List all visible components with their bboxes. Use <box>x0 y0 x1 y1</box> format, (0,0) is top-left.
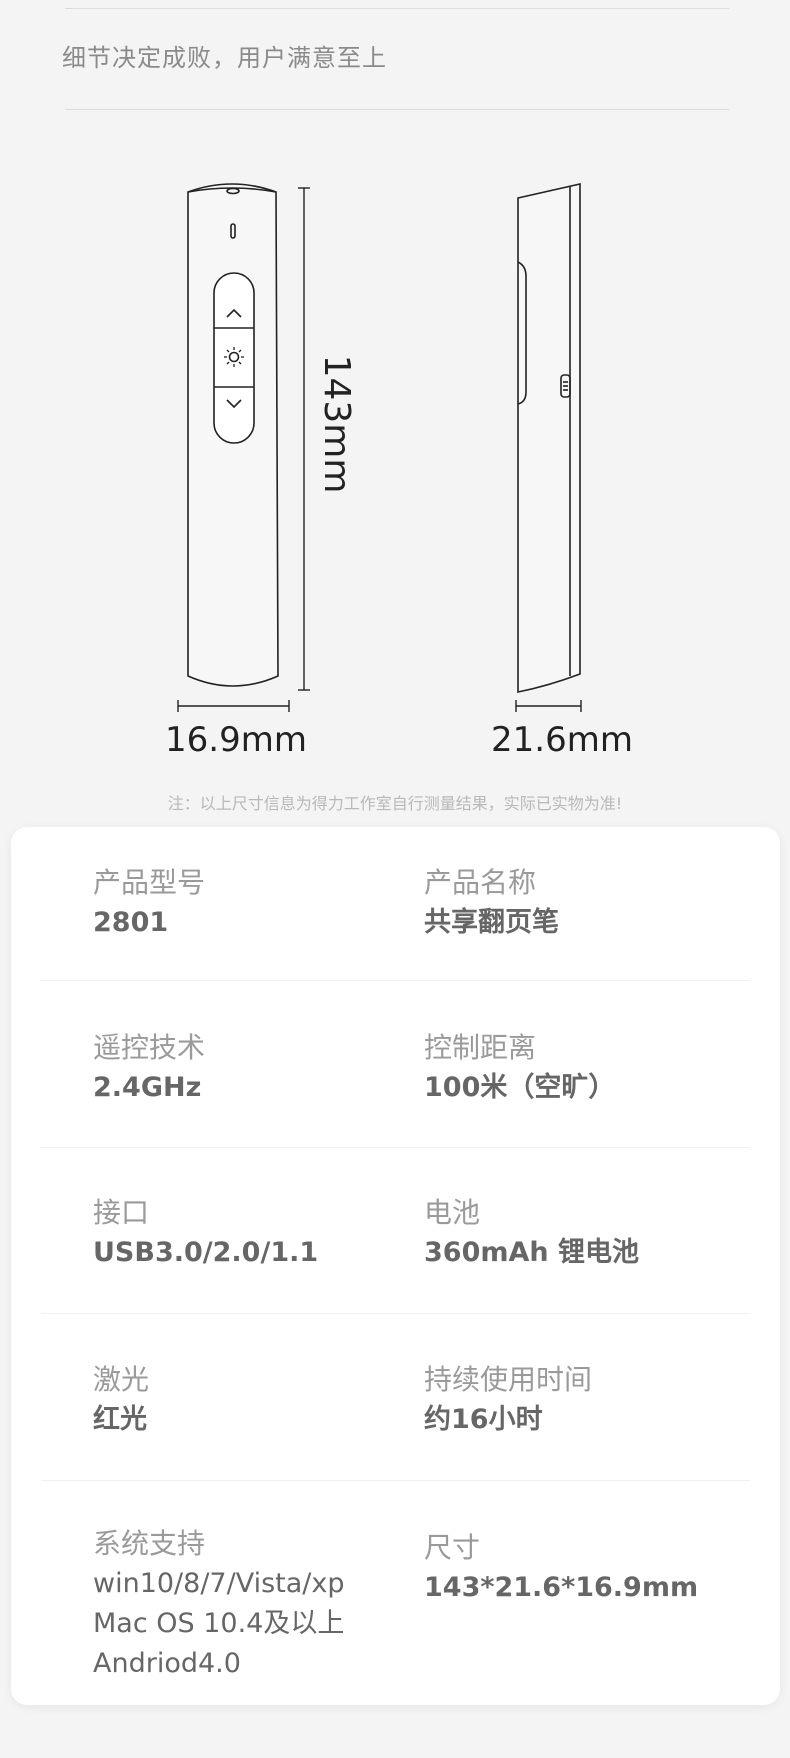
spec-value: 红光 <box>93 1404 147 1435</box>
spec-value-line: Mac OS 10.4及以上 <box>93 1608 345 1639</box>
spec-value: USB3.0/2.0/1.1 <box>93 1237 319 1268</box>
spec-usage-time: 持续使用时间 约16小时 <box>424 1360 592 1440</box>
spec-label: 激光 <box>93 1363 150 1396</box>
spec-value: 共享翻页笔 <box>424 907 559 938</box>
spec-value: 2801 <box>93 907 169 938</box>
spec-label: 尺寸 <box>424 1531 481 1564</box>
spec-value: 约16小时 <box>424 1404 543 1435</box>
spec-system-support: 系统支持 win10/8/7/Vista/xp Mac OS 10.4及以上 A… <box>93 1524 345 1684</box>
measurement-note: 注：以上尺寸信息为得力工作室自行测量结果，实际已实物为准! <box>167 794 623 813</box>
spec-label: 持续使用时间 <box>424 1363 593 1396</box>
spec-value: 2.4GHz <box>93 1072 202 1103</box>
side-width-label: 21.6mm <box>491 720 633 760</box>
spec-value-line: Andriod4.0 <box>93 1648 241 1679</box>
side-width-dimension <box>515 700 582 712</box>
spec-model: 产品型号 2801 <box>93 863 205 943</box>
spec-label: 遥控技术 <box>93 1031 206 1064</box>
spec-value: 143*21.6*16.9mm <box>424 1572 699 1603</box>
spec-label: 产品名称 <box>424 866 537 899</box>
product-dimension-diagram: 143mm 16.9mm 21.6mm <box>165 182 633 760</box>
side-view <box>517 182 581 693</box>
front-view <box>187 183 279 687</box>
row-divider <box>41 980 750 981</box>
spec-label: 接口 <box>93 1196 150 1229</box>
spec-size: 尺寸 143*21.6*16.9mm <box>424 1528 698 1608</box>
spec-label: 产品型号 <box>93 866 206 899</box>
height-label: 143mm <box>316 355 357 494</box>
spec-label: 电池 <box>424 1196 481 1229</box>
spec-interface: 接口 USB3.0/2.0/1.1 <box>93 1193 318 1273</box>
spec-laser: 激光 红光 <box>93 1360 149 1440</box>
spec-product-name: 产品名称 共享翻页笔 <box>424 863 559 943</box>
spec-label: 控制距离 <box>424 1031 537 1064</box>
row-divider <box>41 1480 750 1481</box>
height-dimension <box>298 187 310 691</box>
spec-value-line: win10/8/7/Vista/xp <box>93 1568 345 1599</box>
slogan-divider <box>65 109 729 110</box>
slogan: 细节决定成败，用户满意至上 <box>62 44 387 72</box>
spec-value: 100米（空旷） <box>424 1072 616 1103</box>
spec-card: 产品型号 2801 产品名称 共享翻页笔 遥控技术 2.4GHz 控制距离 10… <box>11 827 780 1705</box>
spec-remote-tech: 遥控技术 2.4GHz <box>93 1028 205 1108</box>
spec-label: 系统支持 <box>93 1527 206 1560</box>
front-width-dimension <box>177 700 290 712</box>
front-width-label: 16.9mm <box>165 720 307 760</box>
top-divider <box>65 8 729 9</box>
row-divider <box>41 1313 750 1314</box>
spec-battery: 电池 360mAh 锂电池 <box>424 1193 639 1273</box>
spec-control-distance: 控制距离 100米（空旷） <box>424 1028 615 1108</box>
row-divider <box>41 1147 750 1148</box>
spec-value: 360mAh 锂电池 <box>424 1237 640 1268</box>
